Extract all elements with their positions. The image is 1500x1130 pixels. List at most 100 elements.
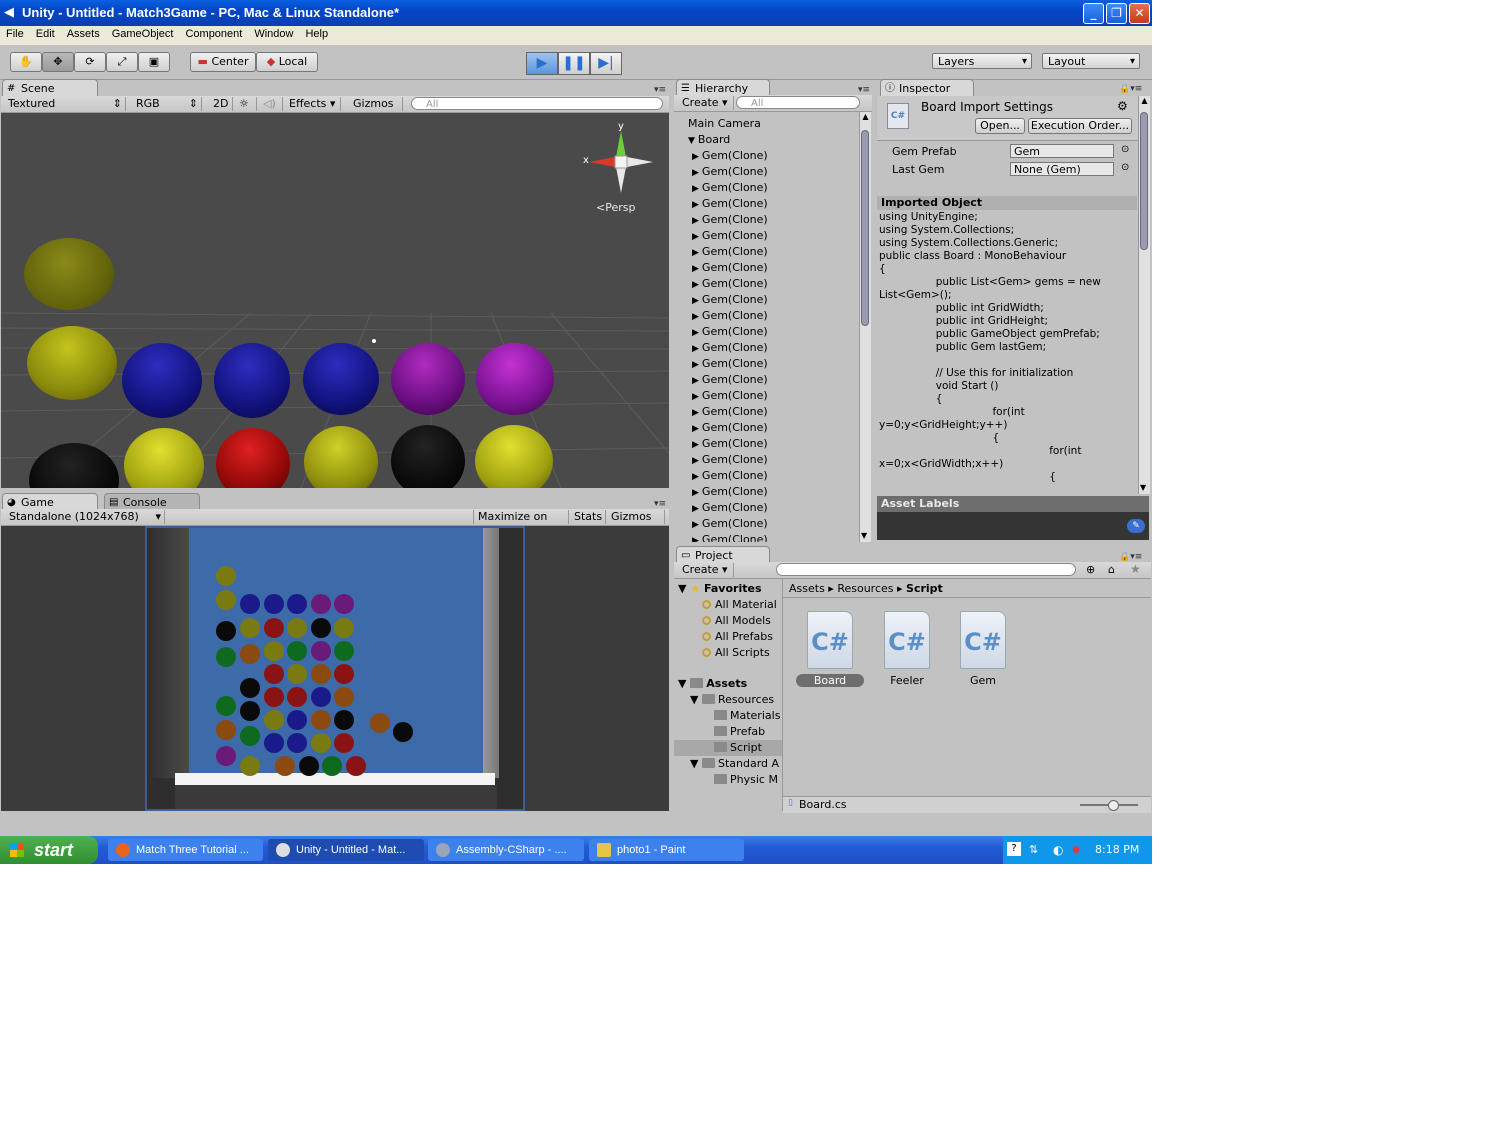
tree-arrow-icon[interactable]: ▶ <box>692 456 699 466</box>
favorites-node[interactable]: ▼ ★ Favorites <box>678 582 762 595</box>
tree-arrow-icon[interactable]: ▶ <box>692 424 699 434</box>
start-button[interactable]: start <box>0 836 98 864</box>
layout-dropdown[interactable]: Layout <box>1042 53 1140 70</box>
icon-size-slider[interactable] <box>1080 800 1138 811</box>
favorite-all-materials[interactable]: All Material <box>702 598 777 611</box>
hierarchy-item-gem-clone[interactable]: ▶ Gem(Clone) <box>692 437 768 450</box>
hierarchy-scrollbar[interactable]: ▲ ▼ <box>859 112 871 542</box>
hierarchy-item-gem-clone[interactable]: ▶ Gem(Clone) <box>692 293 768 306</box>
tree-arrow-icon[interactable]: ▶ <box>692 168 699 178</box>
task-paint[interactable]: photo1 - Paint <box>589 839 744 861</box>
last-gem-field[interactable]: None (Gem) <box>1010 162 1114 176</box>
folder-script[interactable]: Script <box>714 741 762 754</box>
project-panel-menu-icon[interactable]: 🔒▾≡ <box>1119 552 1142 562</box>
close-button[interactable]: ✕ <box>1129 3 1150 24</box>
tab-scene[interactable]: # Scene <box>2 79 98 96</box>
effects-dropdown[interactable]: Effects ▾ <box>285 97 341 111</box>
tree-arrow-icon[interactable]: ▶ <box>692 328 699 338</box>
object-picker-icon[interactable]: ⊙ <box>1121 144 1129 155</box>
play-button[interactable]: ▶ <box>526 52 558 75</box>
tree-arrow-icon[interactable]: ▶ <box>692 440 699 450</box>
hierarchy-item-gem-clone[interactable]: ▶ Gem(Clone) <box>692 485 768 498</box>
hierarchy-item-gem-clone[interactable]: ▶ Gem(Clone) <box>692 245 768 258</box>
task-unity[interactable]: Unity - Untitled - Mat... <box>268 839 424 861</box>
tree-arrow-icon[interactable]: ▶ <box>692 152 699 162</box>
tree-arrow-icon[interactable]: ▶ <box>692 184 699 194</box>
game-view[interactable] <box>1 526 669 811</box>
tree-arrow-icon[interactable]: ▶ <box>692 216 699 226</box>
favorite-star-icon[interactable]: ★ <box>1130 562 1141 576</box>
open-button[interactable]: Open... <box>975 118 1025 134</box>
favorite-all-models[interactable]: All Models <box>702 614 771 627</box>
scroll-up-icon[interactable]: ▲ <box>860 112 871 121</box>
audio-button[interactable]: ◁) <box>259 97 283 111</box>
tree-arrow-icon[interactable]: ▶ <box>692 264 699 274</box>
tree-arrow-icon[interactable]: ▶ <box>692 488 699 498</box>
favorite-all-prefabs[interactable]: All Prefabs <box>702 630 773 643</box>
tab-hierarchy[interactable]: ☰ Hierarchy <box>676 79 770 96</box>
hierarchy-search-input[interactable]: All <box>736 96 860 109</box>
tab-inspector[interactable]: ⓘ Inspector <box>880 79 974 96</box>
lighting-button[interactable]: ☼ <box>235 97 257 111</box>
task-firefox[interactable]: Match Three Tutorial ... <box>108 839 263 861</box>
hierarchy-item-gem-clone[interactable]: ▶ Gem(Clone) <box>692 357 768 370</box>
hierarchy-item-gem-clone[interactable]: ▶ Gem(Clone) <box>692 181 768 194</box>
tree-arrow-icon[interactable]: ▶ <box>692 392 699 402</box>
menu-assets[interactable]: Assets <box>61 26 106 40</box>
hierarchy-item-gem-clone[interactable]: ▶ Gem(Clone) <box>692 389 768 402</box>
hierarchy-item-gem-clone[interactable]: ▶ Gem(Clone) <box>692 405 768 418</box>
tree-arrow-icon[interactable]: ▶ <box>692 360 699 370</box>
inspector-scroll-thumb[interactable] <box>1140 112 1148 250</box>
asset-feeler[interactable]: C# Feeler <box>872 611 942 687</box>
tree-arrow-icon[interactable]: ▶ <box>692 312 699 322</box>
tree-arrow-icon[interactable]: ▶ <box>692 280 699 290</box>
rgb-dropdown[interactable]: RGB ⇕ <box>132 97 202 111</box>
folder-resources[interactable]: ▼ Resources <box>690 693 774 706</box>
resolution-dropdown[interactable]: Standalone (1024x768) ▾ <box>5 510 165 524</box>
tree-arrow-icon[interactable]: ▶ <box>692 504 699 514</box>
hierarchy-item-gem-clone[interactable]: ▶ Gem(Clone) <box>692 261 768 274</box>
hierarchy-item-gem-clone[interactable]: ▶ Gem(Clone) <box>692 165 768 178</box>
rect-tool-button[interactable]: ▣ <box>138 52 170 72</box>
hierarchy-item-gem-clone[interactable]: ▶ Gem(Clone) <box>692 229 768 242</box>
stats-toggle[interactable]: Stats <box>570 510 606 524</box>
breadcrumb-resources[interactable]: Resources <box>837 582 893 595</box>
hierarchy-item-main-camera[interactable]: Main Camera <box>688 117 761 130</box>
hierarchy-create-dropdown[interactable]: Create ▾ <box>678 96 734 110</box>
hierarchy-item-gem-clone[interactable]: ▶ Gem(Clone) <box>692 197 768 210</box>
asset-gem[interactable]: C# Gem <box>948 611 1018 687</box>
network-icon[interactable]: ⇅ <box>1029 836 1038 864</box>
menu-component[interactable]: Component <box>179 26 248 40</box>
hierarchy-item-gem-clone[interactable]: ▶ Gem(Clone) <box>692 453 768 466</box>
scene-panel-menu-icon[interactable]: ▾≡ <box>654 85 666 95</box>
pause-button[interactable]: ❚❚ <box>558 52 590 75</box>
tree-arrow-icon[interactable]: ▶ <box>692 200 699 210</box>
persp-label[interactable]: <Persp <box>596 201 635 214</box>
hierarchy-panel-menu-icon[interactable]: ▾≡ <box>858 85 870 95</box>
search-by-label-icon[interactable]: ⌂ <box>1108 563 1115 576</box>
tab-console[interactable]: ▤ Console <box>104 493 200 510</box>
tree-arrow-icon[interactable]: ▶ <box>692 296 699 306</box>
tree-arrow-icon[interactable]: ▶ <box>692 376 699 386</box>
mode-2d-button[interactable]: 2D <box>209 97 233 111</box>
minimize-button[interactable]: _ <box>1083 3 1104 24</box>
scene-view[interactable]: y x <Persp <box>1 113 669 488</box>
object-picker-icon[interactable]: ⊙ <box>1121 162 1129 173</box>
hierarchy-item-gem-clone[interactable]: ▶ Gem(Clone) <box>692 213 768 226</box>
tree-arrow-icon[interactable]: ▼ <box>688 136 695 146</box>
hierarchy-item-board[interactable]: ▼ Board <box>688 133 730 146</box>
tree-arrow-icon[interactable]: ▶ <box>692 344 699 354</box>
asset-board[interactable]: C# Board <box>795 611 865 687</box>
scale-tool-button[interactable]: ⤢ <box>106 52 138 72</box>
volume-icon[interactable]: ◐ <box>1053 836 1063 864</box>
folder-standard-assets[interactable]: ▼ Standard A <box>690 757 779 770</box>
inspector-scrollbar[interactable]: ▲ ▼ <box>1138 96 1150 494</box>
folder-physic-materials[interactable]: Physic M <box>714 773 778 786</box>
scene-search-input[interactable]: All <box>411 97 663 110</box>
task-monodevelop[interactable]: Assembly-CSharp - .... <box>428 839 584 861</box>
tab-game[interactable]: ◕ Game <box>2 493 98 510</box>
hierarchy-item-gem-clone[interactable]: ▶ Gem(Clone) <box>692 517 768 530</box>
hierarchy-item-gem-clone[interactable]: ▶ Gem(Clone) <box>692 373 768 386</box>
gem-prefab-field[interactable]: Gem <box>1010 144 1114 158</box>
menu-help[interactable]: Help <box>299 26 334 40</box>
